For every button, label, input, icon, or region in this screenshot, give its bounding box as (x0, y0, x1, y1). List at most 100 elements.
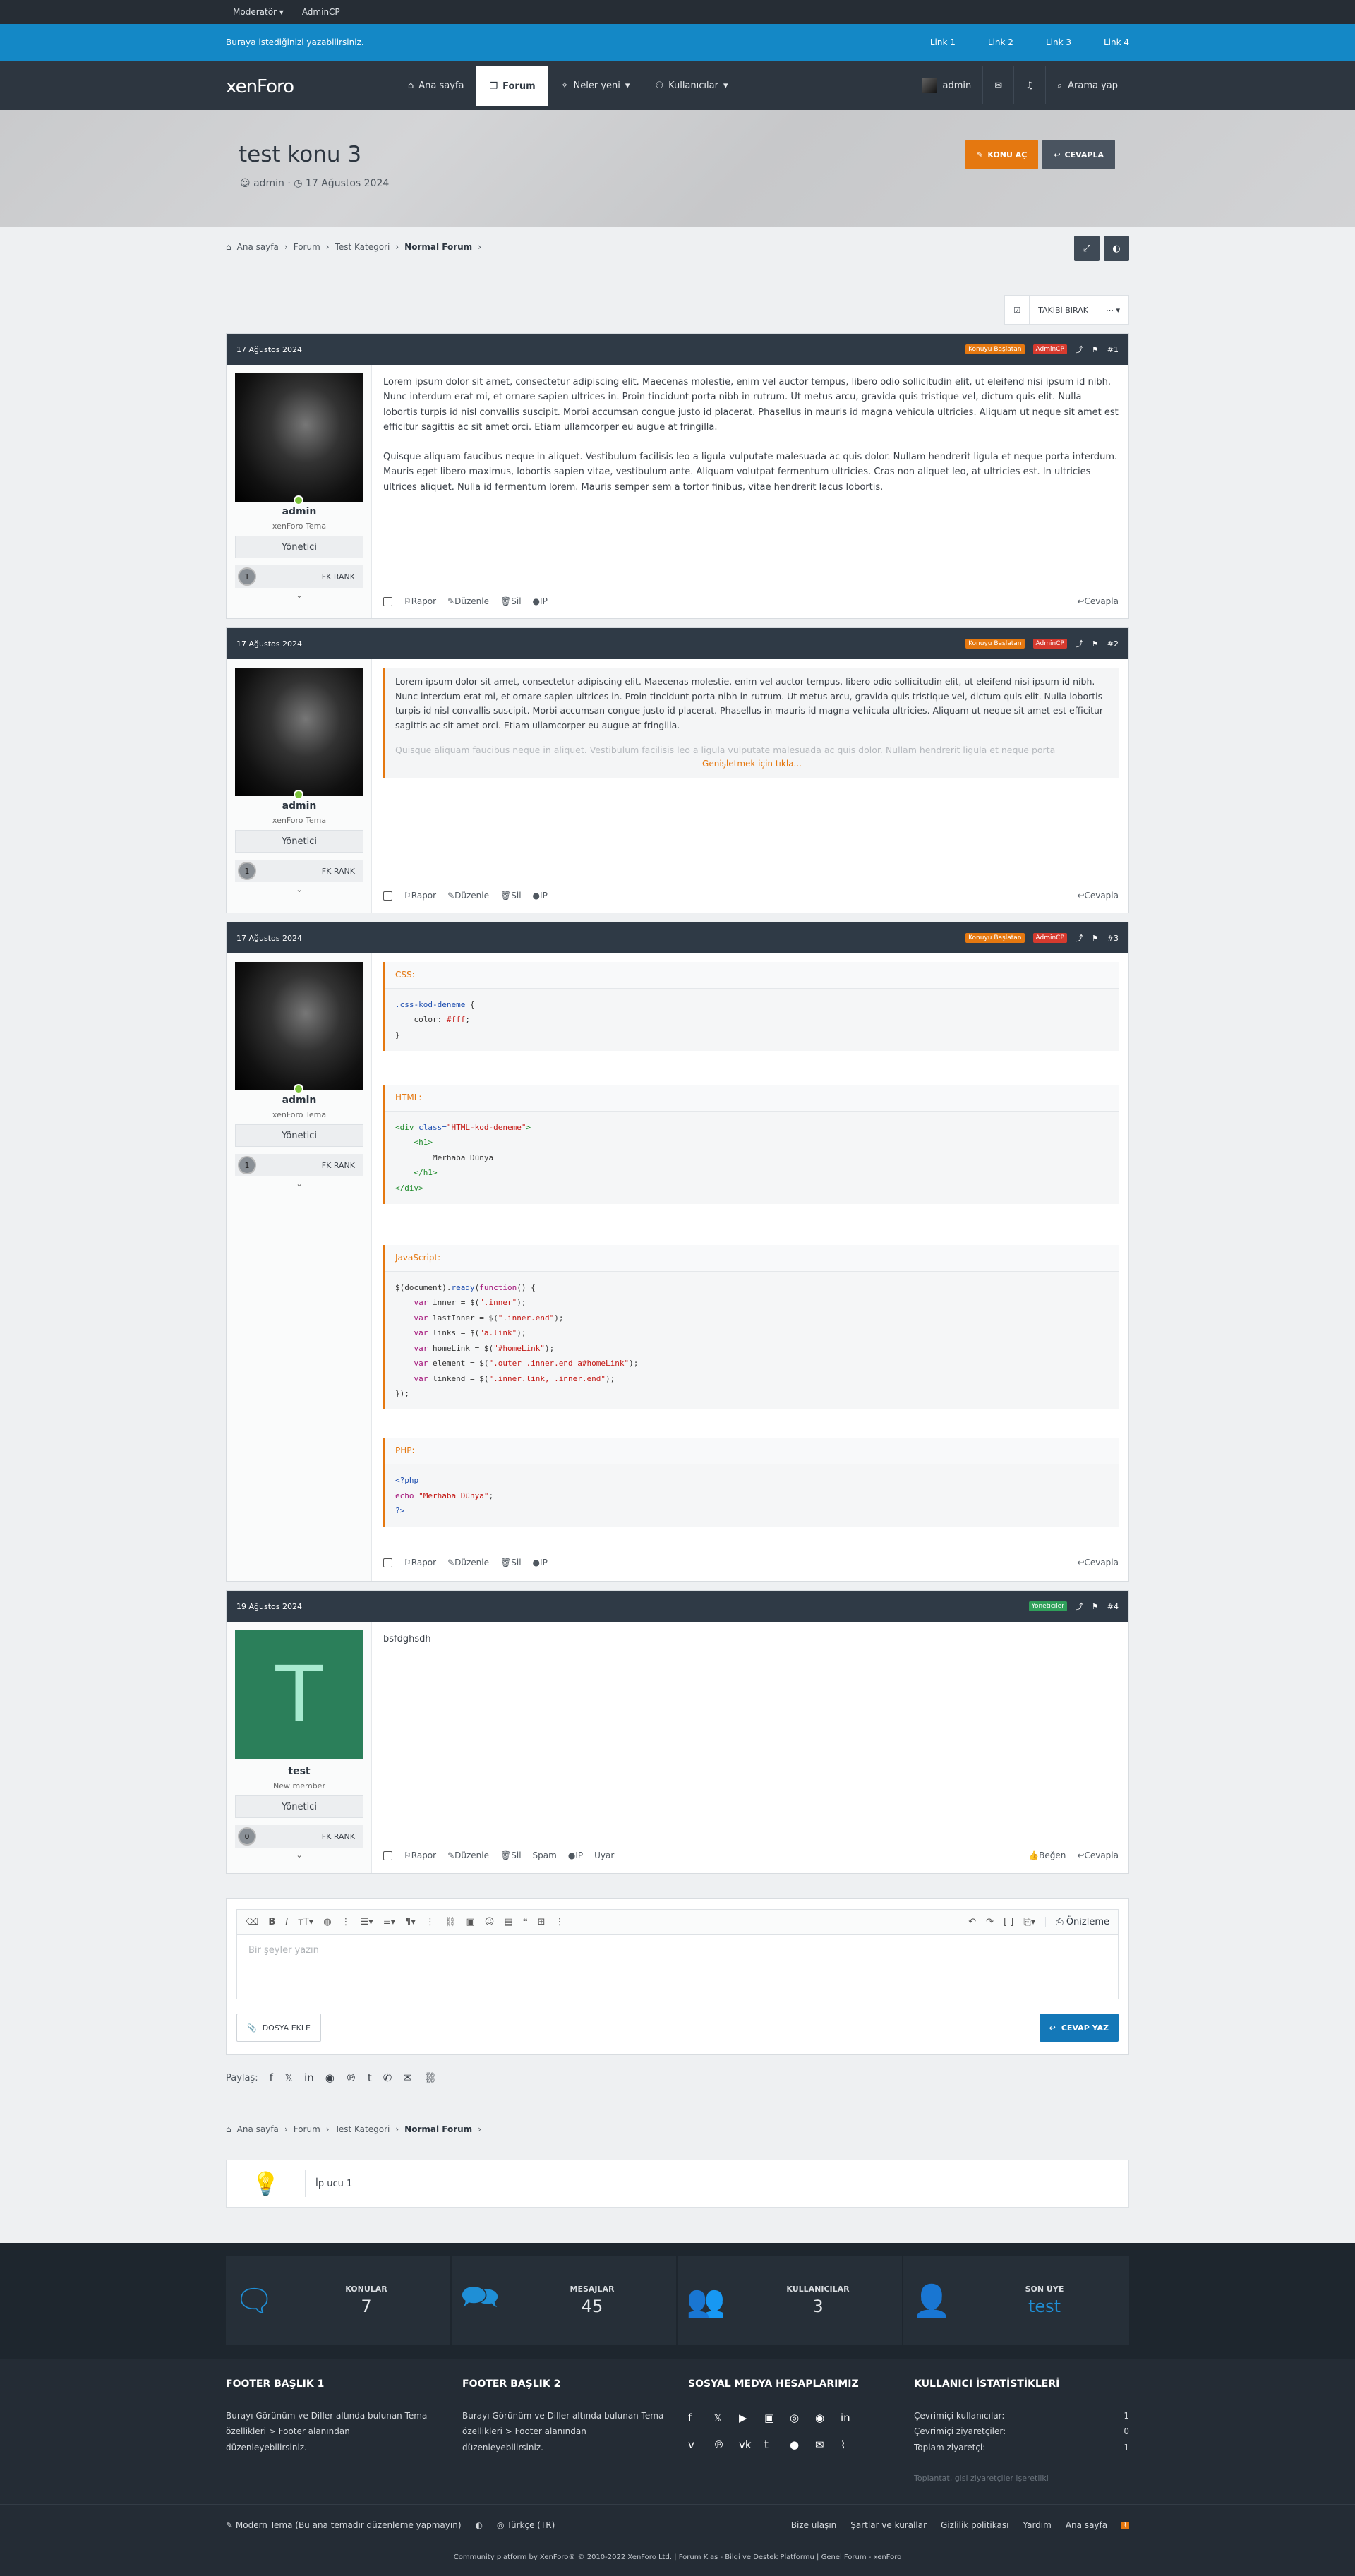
post-date[interactable]: 17 Ağustos 2024 (236, 639, 302, 649)
crumb-category[interactable]: Test Kategori (335, 242, 390, 252)
reply-button[interactable]: ↩ CEVAPLA (1042, 140, 1115, 169)
bookmark-icon[interactable]: ⚑ (1092, 345, 1099, 354)
report-link[interactable]: ⚐Rapor (404, 891, 436, 901)
chevron-down-icon[interactable]: ⌄ (227, 1179, 372, 1188)
post-number[interactable]: #4 (1107, 1602, 1119, 1611)
post-number[interactable]: #2 (1107, 639, 1119, 649)
edit-link[interactable]: ✎Düzenle (447, 1850, 489, 1860)
post-number[interactable]: #3 (1107, 934, 1119, 943)
bookmark-icon[interactable]: ⚑ (1092, 934, 1099, 943)
italic-icon[interactable]: I (285, 1917, 288, 1927)
more-vertical-icon[interactable]: ⋮ (342, 1917, 351, 1927)
admincp-link[interactable]: AdminCP (302, 7, 340, 17)
reply-link[interactable]: ↩Cevapla (1077, 891, 1119, 901)
twitch-icon[interactable]: ▣ (764, 2408, 780, 2428)
more-vertical-icon[interactable]: ⋮ (426, 1917, 435, 1927)
github-icon[interactable]: ● (790, 2435, 805, 2455)
select-checkbox[interactable] (383, 596, 392, 606)
vimeo-icon[interactable]: v (688, 2435, 704, 2455)
reply-link[interactable]: ↩Cevapla (1077, 596, 1119, 606)
tab-whats-new[interactable]: ✧ Neler yeni ▾ (548, 66, 643, 104)
post-date[interactable]: 17 Ağustos 2024 (236, 345, 302, 354)
terms-link[interactable]: Şartlar ve kurallar (850, 2520, 927, 2530)
post-number[interactable]: #1 (1107, 345, 1119, 354)
reddit-icon[interactable]: ◉ (325, 2071, 335, 2084)
edit-link[interactable]: ✎Düzenle (447, 891, 489, 901)
delete-link[interactable]: 🗑Sil (500, 1558, 522, 1567)
ip-link[interactable]: ●IP (533, 596, 548, 606)
account-menu[interactable]: admin (910, 66, 983, 104)
preview-button[interactable]: ⎙ Önizleme (1045, 1917, 1109, 1927)
whatsapp-icon[interactable]: ✆ (383, 2071, 392, 2084)
crumb-category[interactable]: Test Kategori (335, 2124, 390, 2134)
moderator-menu[interactable]: Moderatör ▾ (233, 7, 284, 17)
post-username[interactable]: admin (227, 800, 372, 812)
x-icon[interactable]: 𝕏 (713, 2408, 729, 2428)
email-icon[interactable]: ✉ (815, 2435, 831, 2455)
warn-link[interactable]: Uyar (594, 1850, 614, 1860)
tab-home[interactable]: ⌂ Ana sayfa (395, 66, 476, 104)
palette-icon[interactable]: ◍ (323, 1917, 331, 1927)
email-icon[interactable]: ✉ (403, 2071, 412, 2084)
media-icon[interactable]: ▤ (504, 1917, 512, 1927)
tab-forum[interactable]: ❐ Forum (476, 66, 548, 106)
crumb-home[interactable]: Ana sayfa (237, 242, 279, 252)
delete-link[interactable]: 🗑Sil (500, 1850, 522, 1860)
rss-icon[interactable]: ⌇ (841, 2435, 856, 2455)
paragraph-icon[interactable]: ¶▾ (405, 1917, 416, 1927)
delete-link[interactable]: 🗑Sil (500, 596, 522, 606)
reddit-icon[interactable]: ◉ (815, 2408, 831, 2428)
like-link[interactable]: 👍Beğen (1028, 1850, 1066, 1860)
eraser-icon[interactable]: ⌫ (246, 1917, 258, 1927)
select-checkbox[interactable] (383, 891, 392, 901)
contact-link[interactable]: Bize ulaşın (791, 2520, 837, 2530)
share-icon[interactable]: ⤴ (1076, 932, 1083, 944)
avatar[interactable]: T (235, 1630, 363, 1759)
avatar[interactable] (235, 668, 363, 796)
avatar[interactable] (235, 373, 363, 502)
post-date[interactable]: 19 Ağustos 2024 (236, 1602, 302, 1611)
post-reply-button[interactable]: ↩ CEVAP YAZ (1039, 2014, 1119, 2042)
crumb-forum[interactable]: Forum (294, 242, 320, 252)
tumblr-icon[interactable]: t (764, 2435, 780, 2455)
table-icon[interactable]: ⊞ (538, 1917, 546, 1927)
report-link[interactable]: ⚐Rapor (404, 1850, 436, 1860)
chevron-down-icon[interactable]: ⌄ (227, 885, 372, 894)
linkedin-icon[interactable]: in (304, 2071, 314, 2084)
notice-link-2[interactable]: Link 2 (988, 37, 1013, 47)
report-link[interactable]: ⚐Rapor (404, 596, 436, 606)
report-link[interactable]: ⚐Rapor (404, 1558, 436, 1567)
bold-icon[interactable]: B (268, 1917, 275, 1927)
avatar[interactable] (235, 962, 363, 1090)
site-logo[interactable]: xenForo (226, 76, 294, 97)
privacy-link[interactable]: Gizlilik politikası (941, 2520, 1008, 2530)
select-checkbox[interactable] (383, 1558, 392, 1567)
youtube-icon[interactable]: ▶ (739, 2408, 754, 2428)
redo-icon[interactable]: ↷ (986, 1917, 994, 1927)
post-username[interactable]: admin (227, 1095, 372, 1106)
instagram-icon[interactable]: ◎ (790, 2408, 805, 2428)
tab-members[interactable]: ⚇ Kullanıcılar ▾ (642, 66, 740, 104)
linkedin-icon[interactable]: in (841, 2408, 856, 2428)
chevron-down-icon[interactable]: ⌄ (227, 591, 372, 600)
smile-icon[interactable]: ☺ (485, 1917, 495, 1927)
bookmark-icon[interactable]: ⚑ (1092, 639, 1099, 649)
pinterest-icon[interactable]: ℗ (713, 2435, 729, 2455)
share-icon[interactable]: ⤴ (1076, 344, 1083, 355)
x-icon[interactable]: 𝕏 (284, 2071, 293, 2084)
latest-member-link[interactable]: test (960, 2297, 1129, 2316)
crumb-home[interactable]: Ana sayfa (237, 2124, 279, 2134)
pinterest-icon[interactable]: ℗ (346, 2071, 356, 2084)
facebook-icon[interactable]: f (688, 2408, 704, 2428)
more-vertical-icon[interactable]: ⋮ (555, 1917, 565, 1927)
image-icon[interactable]: ▣ (466, 1917, 474, 1927)
rss-icon[interactable]: ⌇ (1121, 2521, 1129, 2529)
attach-files-button[interactable]: 📎 DOSYA EKLE (236, 2014, 321, 2042)
share-icon[interactable]: ⤴ (1076, 1601, 1083, 1612)
search-button[interactable]: ⌕ Arama yap (1044, 66, 1129, 104)
reply-link[interactable]: ↩Cevapla (1077, 1558, 1119, 1567)
vk-icon[interactable]: vk (739, 2435, 754, 2455)
thread-author[interactable]: admin (253, 178, 284, 189)
spam-link[interactable]: Spam (533, 1850, 557, 1860)
select-toggle[interactable]: ☑ (1005, 296, 1030, 324)
